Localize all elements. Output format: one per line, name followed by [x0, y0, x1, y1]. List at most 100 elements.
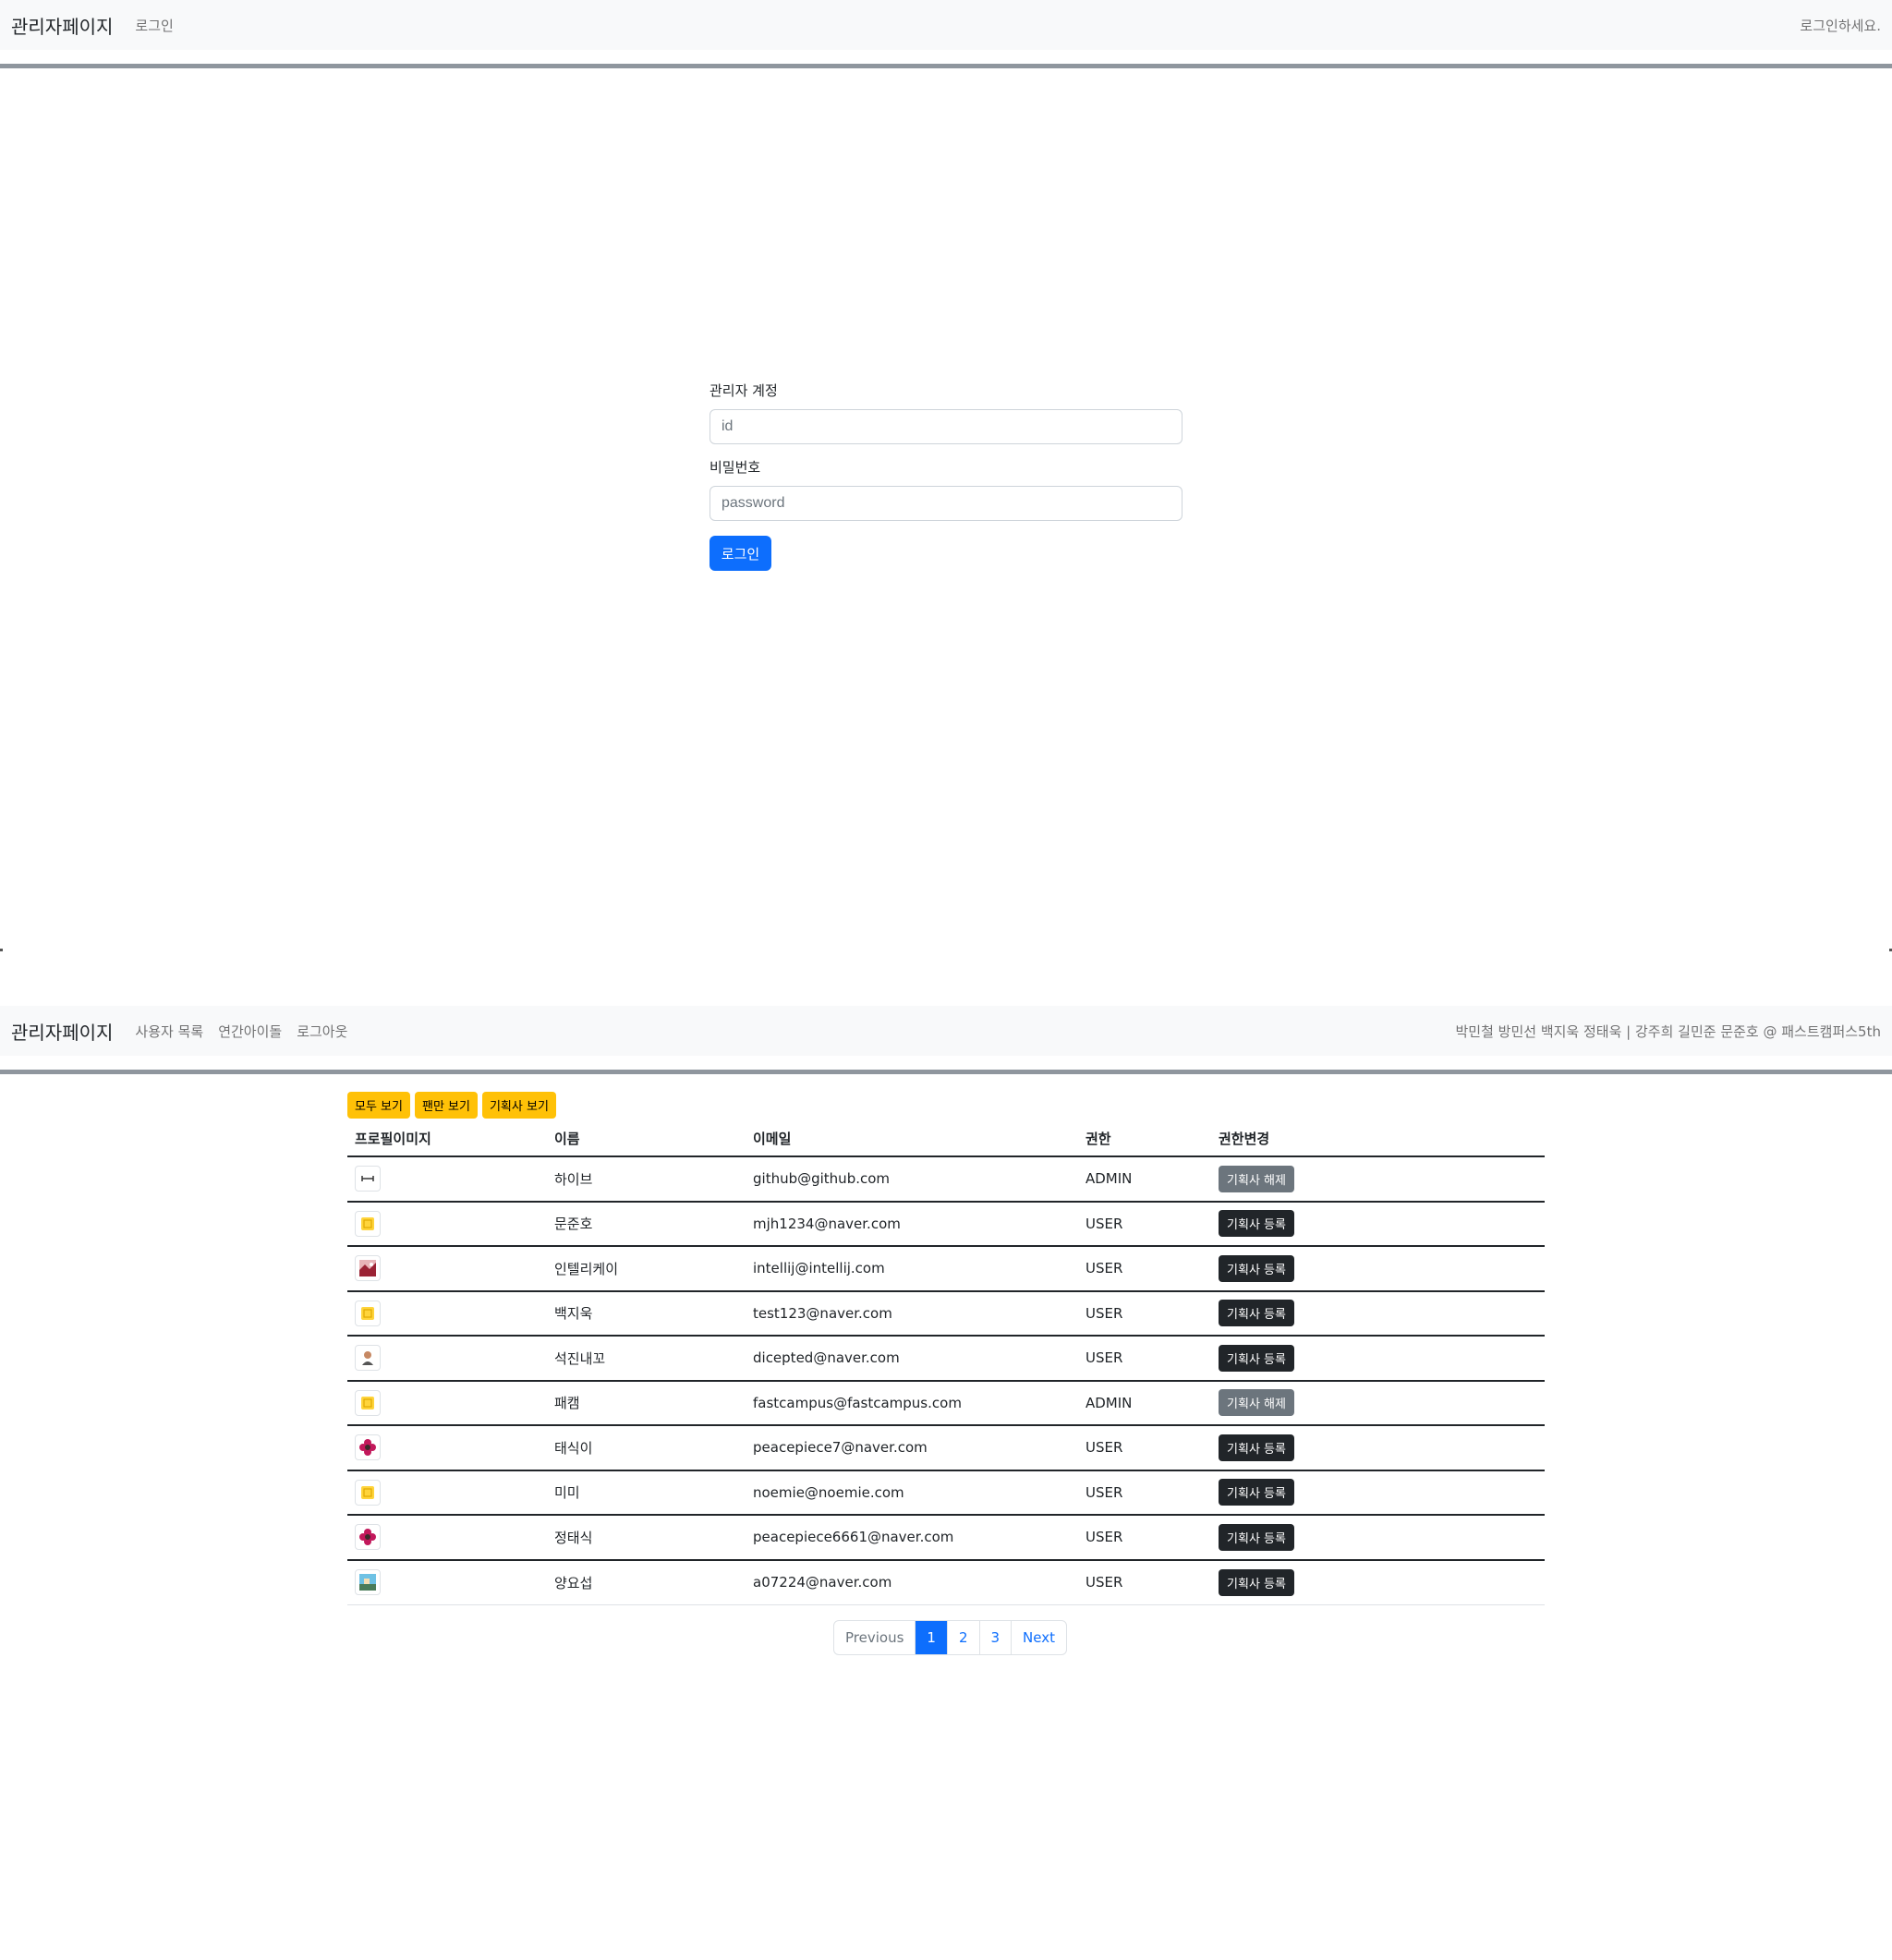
table-row: 하이브 github@github.com ADMIN 기획사 해제 [347, 1156, 1545, 1203]
filter-all-button[interactable]: 모두 보기 [347, 1092, 410, 1119]
nav-link-user-list[interactable]: 사용자 목록 [135, 1022, 203, 1041]
pagination-page-2[interactable]: 2 [946, 1621, 979, 1654]
action-cell: 기획사 등록 [1211, 1559, 1545, 1605]
filter-agency-button[interactable]: 기획사 보기 [481, 1092, 556, 1119]
email-cell: noemie@noemie.com [746, 1470, 1078, 1516]
name-cell: 양요섭 [547, 1559, 746, 1605]
pagination-page-3[interactable]: 3 [978, 1621, 1012, 1654]
left-edge-marker [0, 949, 3, 951]
github-avatar-icon [355, 1166, 381, 1192]
default-avatar-icon [355, 1389, 381, 1416]
table-row: 패캠 fastcampus@fastcampus.com ADMIN 기획사 해제 [347, 1380, 1545, 1426]
nav-link-logout[interactable]: 로그아웃 [297, 1022, 347, 1041]
register-agency-button[interactable]: 기획사 등록 [1219, 1300, 1294, 1327]
action-cell: 기획사 등록 [1211, 1201, 1545, 1247]
table-row: 태식이 peacepiece7@naver.com USER 기획사 등록 [347, 1425, 1545, 1471]
table-header-row: 프로필이미지 이름 이메일 권한 권한변경 [347, 1121, 1545, 1157]
profile-image-cell [347, 1156, 547, 1203]
register-agency-button[interactable]: 기획사 등록 [1219, 1568, 1294, 1596]
table-row: 석진내꼬 dicepted@naver.com USER 기획사 등록 [347, 1336, 1545, 1382]
role-cell: USER [1078, 1246, 1211, 1292]
profile-image-cell [347, 1470, 547, 1516]
nav-link-idols[interactable]: 연간아이돌 [218, 1022, 282, 1041]
login-button[interactable]: 로그인 [710, 536, 771, 571]
pagination: Previous 1 2 3 Next [833, 1620, 1067, 1655]
filter-fans-button[interactable]: 팬만 보기 [414, 1092, 478, 1119]
pagination-next[interactable]: Next [1011, 1621, 1066, 1654]
name-cell: 백지욱 [547, 1290, 746, 1337]
email-cell: peacepiece6661@naver.com [746, 1515, 1078, 1561]
role-cell: USER [1078, 1515, 1211, 1561]
table-row: 미미 noemie@noemie.com USER 기획사 등록 [347, 1470, 1545, 1516]
profile-image-cell [347, 1201, 547, 1247]
profile-image-cell [347, 1380, 547, 1426]
email-cell: github@github.com [746, 1156, 1078, 1203]
nav-link-login[interactable]: 로그인 [135, 16, 173, 35]
name-cell: 미미 [547, 1470, 746, 1516]
default-avatar-icon [355, 1479, 381, 1506]
register-agency-button[interactable]: 기획사 등록 [1219, 1523, 1294, 1551]
register-agency-button[interactable]: 기획사 등록 [1219, 1210, 1294, 1238]
role-cell: ADMIN [1078, 1156, 1211, 1203]
action-cell: 기획사 해제 [1211, 1380, 1545, 1426]
landscape-avatar-icon [355, 1569, 381, 1595]
email-cell: intellij@intellij.com [746, 1246, 1078, 1292]
navbar-divider [0, 64, 1892, 68]
login-form: 관리자 계정 비밀번호 로그인 [710, 381, 1182, 571]
action-cell: 기획사 등록 [1211, 1290, 1545, 1337]
login-navbar: 관리자페이지 로그인 로그인하세요. [0, 0, 1892, 50]
register-agency-button[interactable]: 기획사 등록 [1219, 1434, 1294, 1461]
email-cell: peacepiece7@naver.com [746, 1425, 1078, 1471]
pagination-previous[interactable]: Previous [834, 1621, 915, 1654]
email-cell: a07224@naver.com [746, 1559, 1078, 1605]
header-change-role: 권한변경 [1211, 1121, 1545, 1157]
name-cell: 인텔리케이 [547, 1246, 746, 1292]
revoke-agency-button[interactable]: 기획사 해제 [1219, 1165, 1294, 1192]
action-cell: 기획사 해제 [1211, 1156, 1545, 1203]
navbar-brand[interactable]: 관리자페이지 [11, 12, 113, 39]
role-cell: USER [1078, 1470, 1211, 1516]
email-cell: dicepted@naver.com [746, 1336, 1078, 1382]
id-label: 관리자 계정 [710, 382, 778, 399]
profile-image-cell [347, 1336, 547, 1382]
navbar-brand[interactable]: 관리자페이지 [11, 1018, 113, 1045]
header-role: 권한 [1078, 1121, 1211, 1157]
action-cell: 기획사 등록 [1211, 1470, 1545, 1516]
register-agency-button[interactable]: 기획사 등록 [1219, 1344, 1294, 1372]
header-name: 이름 [547, 1121, 746, 1157]
profile-image-cell [347, 1425, 547, 1471]
revoke-agency-button[interactable]: 기획사 해제 [1219, 1389, 1294, 1417]
role-cell: ADMIN [1078, 1380, 1211, 1426]
role-cell: USER [1078, 1336, 1211, 1382]
email-cell: test123@naver.com [746, 1290, 1078, 1337]
password-input[interactable] [710, 486, 1182, 521]
register-agency-button[interactable]: 기획사 등록 [1219, 1254, 1294, 1282]
profile-image-cell [347, 1515, 547, 1561]
role-cell: USER [1078, 1290, 1211, 1337]
name-cell: 석진내꼬 [547, 1336, 746, 1382]
profile-image-cell [347, 1559, 547, 1605]
password-label: 비밀번호 [710, 459, 761, 476]
role-cell: USER [1078, 1201, 1211, 1247]
table-row: 양요섭 a07224@naver.com USER 기획사 등록 [347, 1559, 1545, 1605]
pagination-page-1[interactable]: 1 [915, 1621, 947, 1654]
photo-avatar-icon [355, 1255, 381, 1282]
name-cell: 정태식 [547, 1515, 746, 1561]
table-row: 문준호 mjh1234@naver.com USER 기획사 등록 [347, 1201, 1545, 1247]
email-cell: mjh1234@naver.com [746, 1201, 1078, 1247]
table-row: 정태식 peacepiece6661@naver.com USER 기획사 등록 [347, 1515, 1545, 1561]
navbar-credits-text: 박민철 방민선 백지욱 정태욱 | 강주희 길민준 문준호 @ 패스트캠퍼스5t… [1455, 1022, 1881, 1040]
action-cell: 기획사 등록 [1211, 1336, 1545, 1382]
filter-button-group: 모두 보기 팬만 보기 기획사 보기 [347, 1092, 556, 1119]
name-cell: 태식이 [547, 1425, 746, 1471]
name-cell: 패캠 [547, 1380, 746, 1426]
email-cell: fastcampus@fastcampus.com [746, 1380, 1078, 1426]
role-cell: USER [1078, 1425, 1211, 1471]
table-row: 백지욱 test123@naver.com USER 기획사 등록 [347, 1290, 1545, 1337]
id-input[interactable] [710, 409, 1182, 444]
register-agency-button[interactable]: 기획사 등록 [1219, 1479, 1294, 1506]
navbar-divider [0, 1070, 1892, 1074]
name-cell: 문준호 [547, 1201, 746, 1247]
default-avatar-icon [355, 1210, 381, 1237]
flower-avatar-icon [355, 1434, 381, 1461]
